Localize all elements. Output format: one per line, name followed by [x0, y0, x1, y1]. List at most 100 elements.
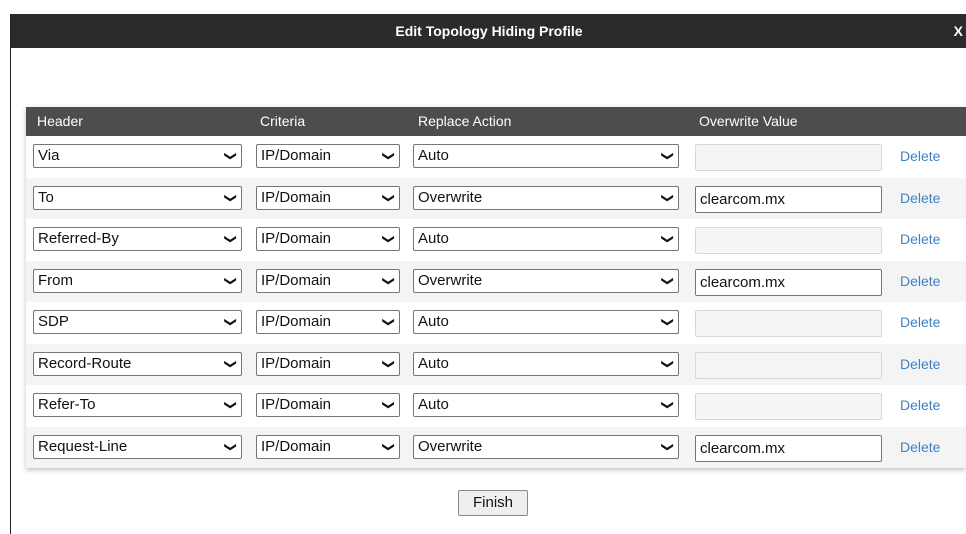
chevron-down-icon: ❯: [223, 399, 238, 411]
header-select-value: Refer-To: [38, 396, 96, 413]
chevron-down-icon: ❯: [381, 233, 396, 245]
replace-action-select-value: Auto: [418, 230, 449, 247]
overwrite-value-input: [695, 144, 882, 171]
header-select[interactable]: To ❯: [33, 185, 242, 210]
chevron-down-icon: ❯: [381, 150, 396, 162]
delete-link[interactable]: Delete: [900, 427, 940, 468]
header-select[interactable]: Referred-By ❯: [33, 227, 242, 251]
criteria-select-value: IP/Domain: [261, 313, 332, 330]
criteria-select-value: IP/Domain: [261, 354, 332, 372]
header-select-value: Record-Route: [38, 354, 132, 372]
dialog-titlebar: Edit Topology Hiding Profile X: [11, 14, 966, 48]
criteria-select[interactable]: IP/Domain ❯: [256, 351, 400, 376]
overwrite-value-input[interactable]: clearcom.mx: [695, 434, 882, 462]
chevron-down-icon: ❯: [223, 358, 238, 369]
header-select-value: Via: [38, 147, 60, 164]
chevron-down-icon: ❯: [381, 358, 396, 369]
header-select[interactable]: Via ❯: [33, 144, 242, 168]
delete-link[interactable]: Delete: [900, 219, 940, 260]
delete-link[interactable]: Delete: [900, 261, 940, 302]
table-row: Record-Route ❯ IP/Domain ❯ Auto ❯ Delete: [26, 343, 966, 385]
criteria-select-value: IP/Domain: [261, 396, 332, 413]
criteria-select[interactable]: IP/Domain ❯: [256, 393, 400, 417]
replace-action-select[interactable]: Overwrite ❯: [413, 185, 679, 210]
header-select[interactable]: From ❯: [33, 268, 242, 293]
replace-action-select[interactable]: Overwrite ❯: [413, 268, 679, 293]
chevron-down-icon: ❯: [660, 150, 675, 162]
overwrite-value-input: [695, 310, 882, 337]
delete-link[interactable]: Delete: [900, 178, 940, 219]
header-select[interactable]: Record-Route ❯: [33, 351, 242, 376]
chevron-down-icon: ❯: [660, 233, 675, 245]
criteria-select[interactable]: IP/Domain ❯: [256, 268, 400, 293]
chevron-down-icon: ❯: [660, 275, 675, 286]
table-row: Request-Line ❯ IP/Domain ❯ Overwrite ❯ clearco…: [26, 426, 966, 468]
chevron-down-icon: ❯: [660, 316, 675, 328]
replace-action-select-value: Auto: [418, 396, 449, 413]
replace-action-select[interactable]: Auto ❯: [413, 351, 679, 376]
chevron-down-icon: ❯: [223, 275, 238, 286]
criteria-select[interactable]: IP/Domain ❯: [256, 144, 400, 168]
finish-button[interactable]: Finish: [458, 490, 528, 516]
chevron-down-icon: ❯: [660, 358, 675, 369]
replace-action-select[interactable]: Auto ❯: [413, 144, 679, 168]
table-row: Referred-By ❯ IP/Domain ❯ Auto ❯ Delete: [26, 219, 966, 261]
criteria-select-value: IP/Domain: [261, 147, 332, 164]
delete-link[interactable]: Delete: [900, 302, 940, 343]
chevron-down-icon: ❯: [660, 399, 675, 411]
header-select-value: To: [38, 188, 54, 206]
replace-action-select-value: Auto: [418, 354, 449, 372]
table-row: Refer-To ❯ IP/Domain ❯ Auto ❯ Delete: [26, 385, 966, 427]
dialog-title: Edit Topology Hiding Profile: [395, 23, 583, 39]
replace-action-select[interactable]: Auto ❯: [413, 310, 679, 334]
table-row: To ❯ IP/Domain ❯ Overwrite ❯ clearcom.mx Delete: [26, 177, 966, 219]
chevron-down-icon: ❯: [223, 192, 238, 203]
replace-action-select[interactable]: Auto ❯: [413, 227, 679, 251]
column-header-overwrite-value: Overwrite Value: [699, 113, 798, 129]
close-button[interactable]: X: [954, 14, 963, 48]
delete-link[interactable]: Delete: [900, 136, 940, 177]
header-select-value: From: [38, 271, 73, 289]
overwrite-value-input[interactable]: clearcom.mx: [695, 268, 882, 296]
header-select-value: Request-Line: [38, 437, 128, 455]
table-row: From ❯ IP/Domain ❯ Overwrite ❯ clearcom.mx Dele…: [26, 260, 966, 302]
criteria-select[interactable]: IP/Domain ❯: [256, 227, 400, 251]
chevron-down-icon: ❯: [223, 316, 238, 328]
overwrite-value-text: clearcom.mx: [700, 439, 786, 457]
header-select[interactable]: Refer-To ❯: [33, 393, 242, 417]
replace-action-select[interactable]: Overwrite ❯: [413, 434, 679, 459]
header-select[interactable]: SDP ❯: [33, 310, 242, 334]
chevron-down-icon: ❯: [660, 192, 675, 203]
table-row: Via ❯ IP/Domain ❯ Auto ❯ Delete: [26, 136, 966, 178]
replace-action-select-value: Overwrite: [418, 271, 483, 289]
criteria-select[interactable]: IP/Domain ❯: [256, 185, 400, 210]
header-select-value: Referred-By: [38, 230, 119, 247]
edit-topology-dialog: Edit Topology Hiding Profile X Header Cr…: [10, 14, 966, 534]
chevron-down-icon: ❯: [223, 150, 238, 162]
table-body: Via ❯ IP/Domain ❯ Auto ❯ Delete To ❯ IP/Domain ❯ Ov…: [26, 136, 966, 468]
criteria-select[interactable]: IP/Domain ❯: [256, 310, 400, 334]
column-header-replace-action: Replace Action: [418, 113, 512, 129]
delete-link[interactable]: Delete: [900, 385, 940, 426]
overwrite-value-input: [695, 227, 882, 254]
header-select[interactable]: Request-Line ❯: [33, 434, 242, 459]
column-header-header: Header: [37, 113, 83, 129]
criteria-select[interactable]: IP/Domain ❯: [256, 434, 400, 459]
chevron-down-icon: ❯: [660, 441, 675, 452]
chevron-down-icon: ❯: [381, 316, 396, 328]
criteria-select-value: IP/Domain: [261, 271, 332, 289]
overwrite-value-input[interactable]: clearcom.mx: [695, 185, 882, 213]
criteria-select-value: IP/Domain: [261, 437, 332, 455]
delete-link[interactable]: Delete: [900, 344, 940, 385]
chevron-down-icon: ❯: [223, 441, 238, 452]
replace-action-select-value: Auto: [418, 313, 449, 330]
chevron-down-icon: ❯: [381, 192, 396, 203]
replace-action-select[interactable]: Auto ❯: [413, 393, 679, 417]
replace-action-select-value: Overwrite: [418, 188, 483, 206]
replace-action-select-value: Overwrite: [418, 437, 483, 455]
criteria-select-value: IP/Domain: [261, 188, 332, 206]
criteria-select-value: IP/Domain: [261, 230, 332, 247]
chevron-down-icon: ❯: [381, 399, 396, 411]
overwrite-value-text: clearcom.mx: [700, 190, 786, 208]
chevron-down-icon: ❯: [223, 233, 238, 245]
